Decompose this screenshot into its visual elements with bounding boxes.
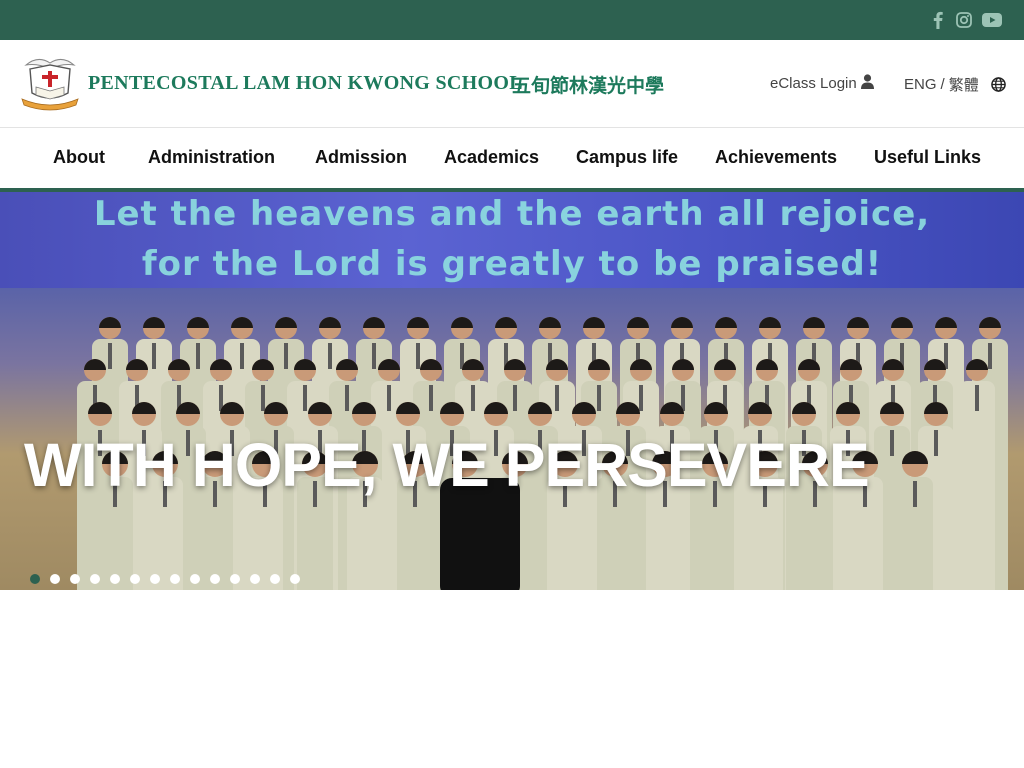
nav-item-academics[interactable]: Academics [444,147,539,168]
school-logo[interactable] [18,53,82,111]
choir-member [959,359,995,590]
school-name-zh: 五旬節林漢光中學 [512,75,665,97]
slider-dot[interactable] [130,574,140,584]
banner-line-2: for the Lord is greatly to be praised! [141,244,883,284]
eclass-login-link[interactable]: eClass Login [770,74,874,93]
site-header: PENTECOSTAL LAM HON KWONG SCHOOL 五旬節林漢光中… [0,40,1024,128]
nav-item-useful-links[interactable]: Useful Links [874,147,981,168]
slider-dot[interactable] [150,574,160,584]
slider-dot[interactable] [170,574,180,584]
slider-dot[interactable] [190,574,200,584]
user-icon [860,74,874,93]
main-nav: About Administration Admission Academics… [0,128,1024,188]
hero-image: Let the heavens and the earth all rejoic… [0,192,1024,590]
eclass-login-label: eClass Login [770,75,857,92]
slider-dot[interactable] [110,574,120,584]
slider-dot[interactable] [290,574,300,584]
nav-item-achievements[interactable]: Achievements [715,147,837,168]
slider-dot[interactable] [210,574,220,584]
stage-banner: Let the heavens and the earth all rejoic… [0,192,1024,288]
slider-dot[interactable] [250,574,260,584]
hero-slider[interactable]: Let the heavens and the earth all rejoic… [0,192,1024,590]
slider-dot[interactable] [70,574,80,584]
lang-eng-link[interactable]: ENG [904,76,937,93]
school-name-en: PENTECOSTAL LAM HON KWONG SCHOOL [88,72,523,94]
slider-pagination [30,574,300,584]
slider-dot[interactable] [230,574,240,584]
nav-item-campus-life[interactable]: Campus life [576,147,678,168]
banner-line-1: Let the heavens and the earth all rejoic… [93,194,931,234]
hero-slogan: WITH HOPE, WE PERSEVERE [24,431,870,499]
lang-zh-link[interactable]: 繁體 [949,74,979,95]
slider-dot[interactable] [50,574,60,584]
youtube-icon[interactable] [982,11,1002,29]
language-switcher: ENG / 繁體 [904,74,1006,95]
slider-dot[interactable] [90,574,100,584]
nav-item-administration[interactable]: Administration [148,147,275,168]
globe-icon[interactable] [990,77,1006,92]
nav-item-admission[interactable]: Admission [315,147,407,168]
slider-dot[interactable] [30,574,40,584]
nav-item-about[interactable]: About [53,147,105,168]
instagram-icon[interactable] [955,11,973,29]
slider-dot[interactable] [270,574,280,584]
top-bar [0,0,1024,40]
facebook-icon[interactable] [931,11,945,29]
lang-separator: / [940,76,945,93]
